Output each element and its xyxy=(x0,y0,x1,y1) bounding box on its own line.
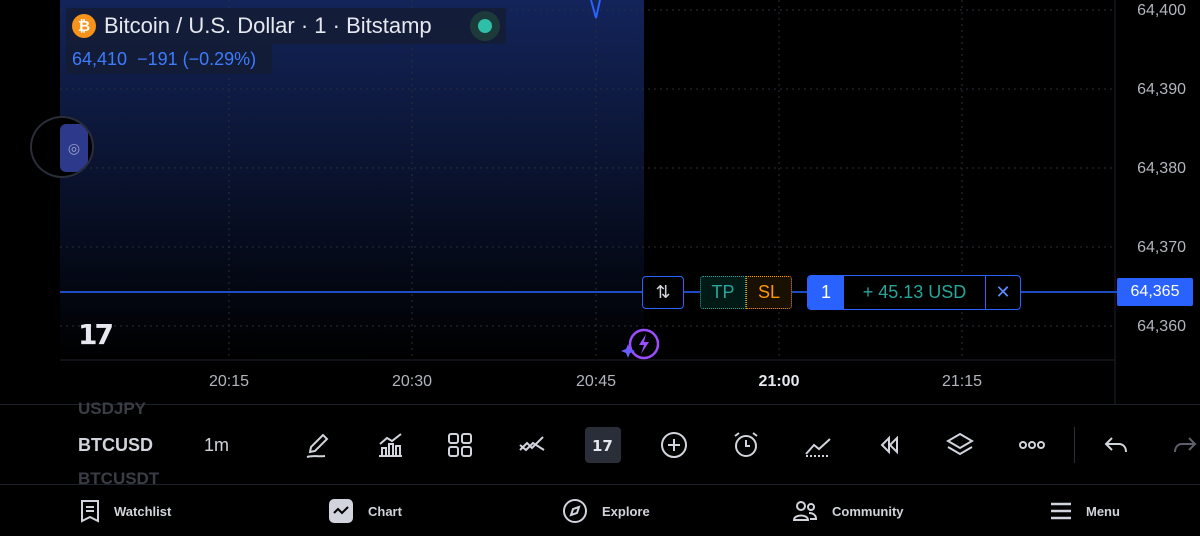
nav-explore[interactable]: Explore xyxy=(562,485,650,536)
price-tick: 64,360 xyxy=(1137,318,1186,335)
position-widget[interactable]: 1 + 45.13 USD ✕ xyxy=(807,275,1021,310)
symbol-header[interactable]: ₿ Bitcoin / U.S. Dollar · 1 · Bitstamp xyxy=(66,8,506,44)
time-tick: 20:30 xyxy=(391,373,433,390)
compass-icon xyxy=(563,499,587,523)
pencil-icon[interactable] xyxy=(298,425,338,465)
nav-label: Menu xyxy=(1086,503,1120,519)
price-tick: 64,390 xyxy=(1137,81,1186,98)
close-position-button[interactable]: ✕ xyxy=(986,276,1020,309)
indicators-icon[interactable] xyxy=(370,425,410,465)
stop-loss-button[interactable]: SL xyxy=(746,276,792,309)
nav-label: Explore xyxy=(602,503,650,519)
swap-direction-button[interactable]: ⇅ xyxy=(642,276,684,309)
undo-icon[interactable] xyxy=(1096,425,1136,465)
time-tick: 21:15 xyxy=(941,373,983,390)
nav-label: Watchlist xyxy=(114,503,172,519)
layers-icon[interactable] xyxy=(940,425,980,465)
price-readout: 64,410 −191 (−0.29%) xyxy=(66,44,272,74)
tradingview-icon[interactable]: 17 xyxy=(585,427,621,463)
prev-symbol[interactable]: USDJPY xyxy=(78,399,146,419)
nav-chart[interactable]: Chart xyxy=(328,485,402,536)
time-tick: 20:45 xyxy=(575,373,617,390)
toolbar-divider xyxy=(1074,427,1075,463)
chart-icon xyxy=(329,499,353,523)
chart-area[interactable]: 64,400 64,390 64,380 64,370 64,360 20:15… xyxy=(0,0,1200,404)
bottom-nav: Watchlist Chart Explore Community Menu xyxy=(0,484,1200,536)
plus-icon[interactable] xyxy=(654,425,694,465)
nav-watchlist[interactable]: Watchlist xyxy=(80,485,171,536)
price-tick: 64,400 xyxy=(1137,2,1186,19)
redo-icon[interactable] xyxy=(1170,425,1200,465)
layout-grid-icon[interactable] xyxy=(440,425,480,465)
time-tick: 21:00 xyxy=(758,373,800,390)
lightning-icon[interactable] xyxy=(620,326,664,362)
current-price-label: 64,365 xyxy=(1117,278,1193,306)
time-tick: 20:15 xyxy=(208,373,250,390)
nav-community[interactable]: Community xyxy=(792,485,904,536)
watchlist-icon xyxy=(81,500,99,523)
community-icon xyxy=(792,501,818,521)
price-change: −191 (−0.29%) xyxy=(137,48,257,69)
take-profit-button[interactable]: TP xyxy=(700,276,746,309)
price-tick: 64,370 xyxy=(1137,239,1186,256)
nav-label: Chart xyxy=(368,503,402,519)
target-icon: ◎ xyxy=(60,124,88,172)
price-tick: 64,380 xyxy=(1137,160,1186,177)
toolbar: USDJPY BTCUSD BTCUSDT 1m 17 xyxy=(0,399,1200,488)
side-panel-button[interactable]: ◎ xyxy=(30,116,94,178)
interval-picker[interactable]: 1m xyxy=(204,435,229,456)
market-status-icon[interactable] xyxy=(470,11,500,41)
symbol-title: Bitcoin / U.S. Dollar · 1 · Bitstamp xyxy=(104,13,432,38)
nav-menu[interactable]: Menu xyxy=(1050,485,1120,536)
alarm-icon[interactable] xyxy=(726,425,766,465)
symbol-picker[interactable]: BTCUSD xyxy=(78,435,153,456)
bitcoin-logo-icon: ₿ xyxy=(72,14,96,38)
replay-icon[interactable] xyxy=(868,425,908,465)
nav-label: Community xyxy=(832,503,904,519)
position-quantity: 1 xyxy=(808,276,844,309)
more-icon[interactable] xyxy=(1012,425,1052,465)
hamburger-icon xyxy=(1051,502,1071,520)
position-pnl: + 45.13 USD xyxy=(844,276,986,309)
last-price: 64,410 xyxy=(72,48,128,69)
tradingview-logo-icon: 17 xyxy=(78,318,114,351)
chart-type-icon[interactable] xyxy=(798,425,838,465)
svg-text:17: 17 xyxy=(592,437,613,455)
compare-icon[interactable] xyxy=(512,425,552,465)
